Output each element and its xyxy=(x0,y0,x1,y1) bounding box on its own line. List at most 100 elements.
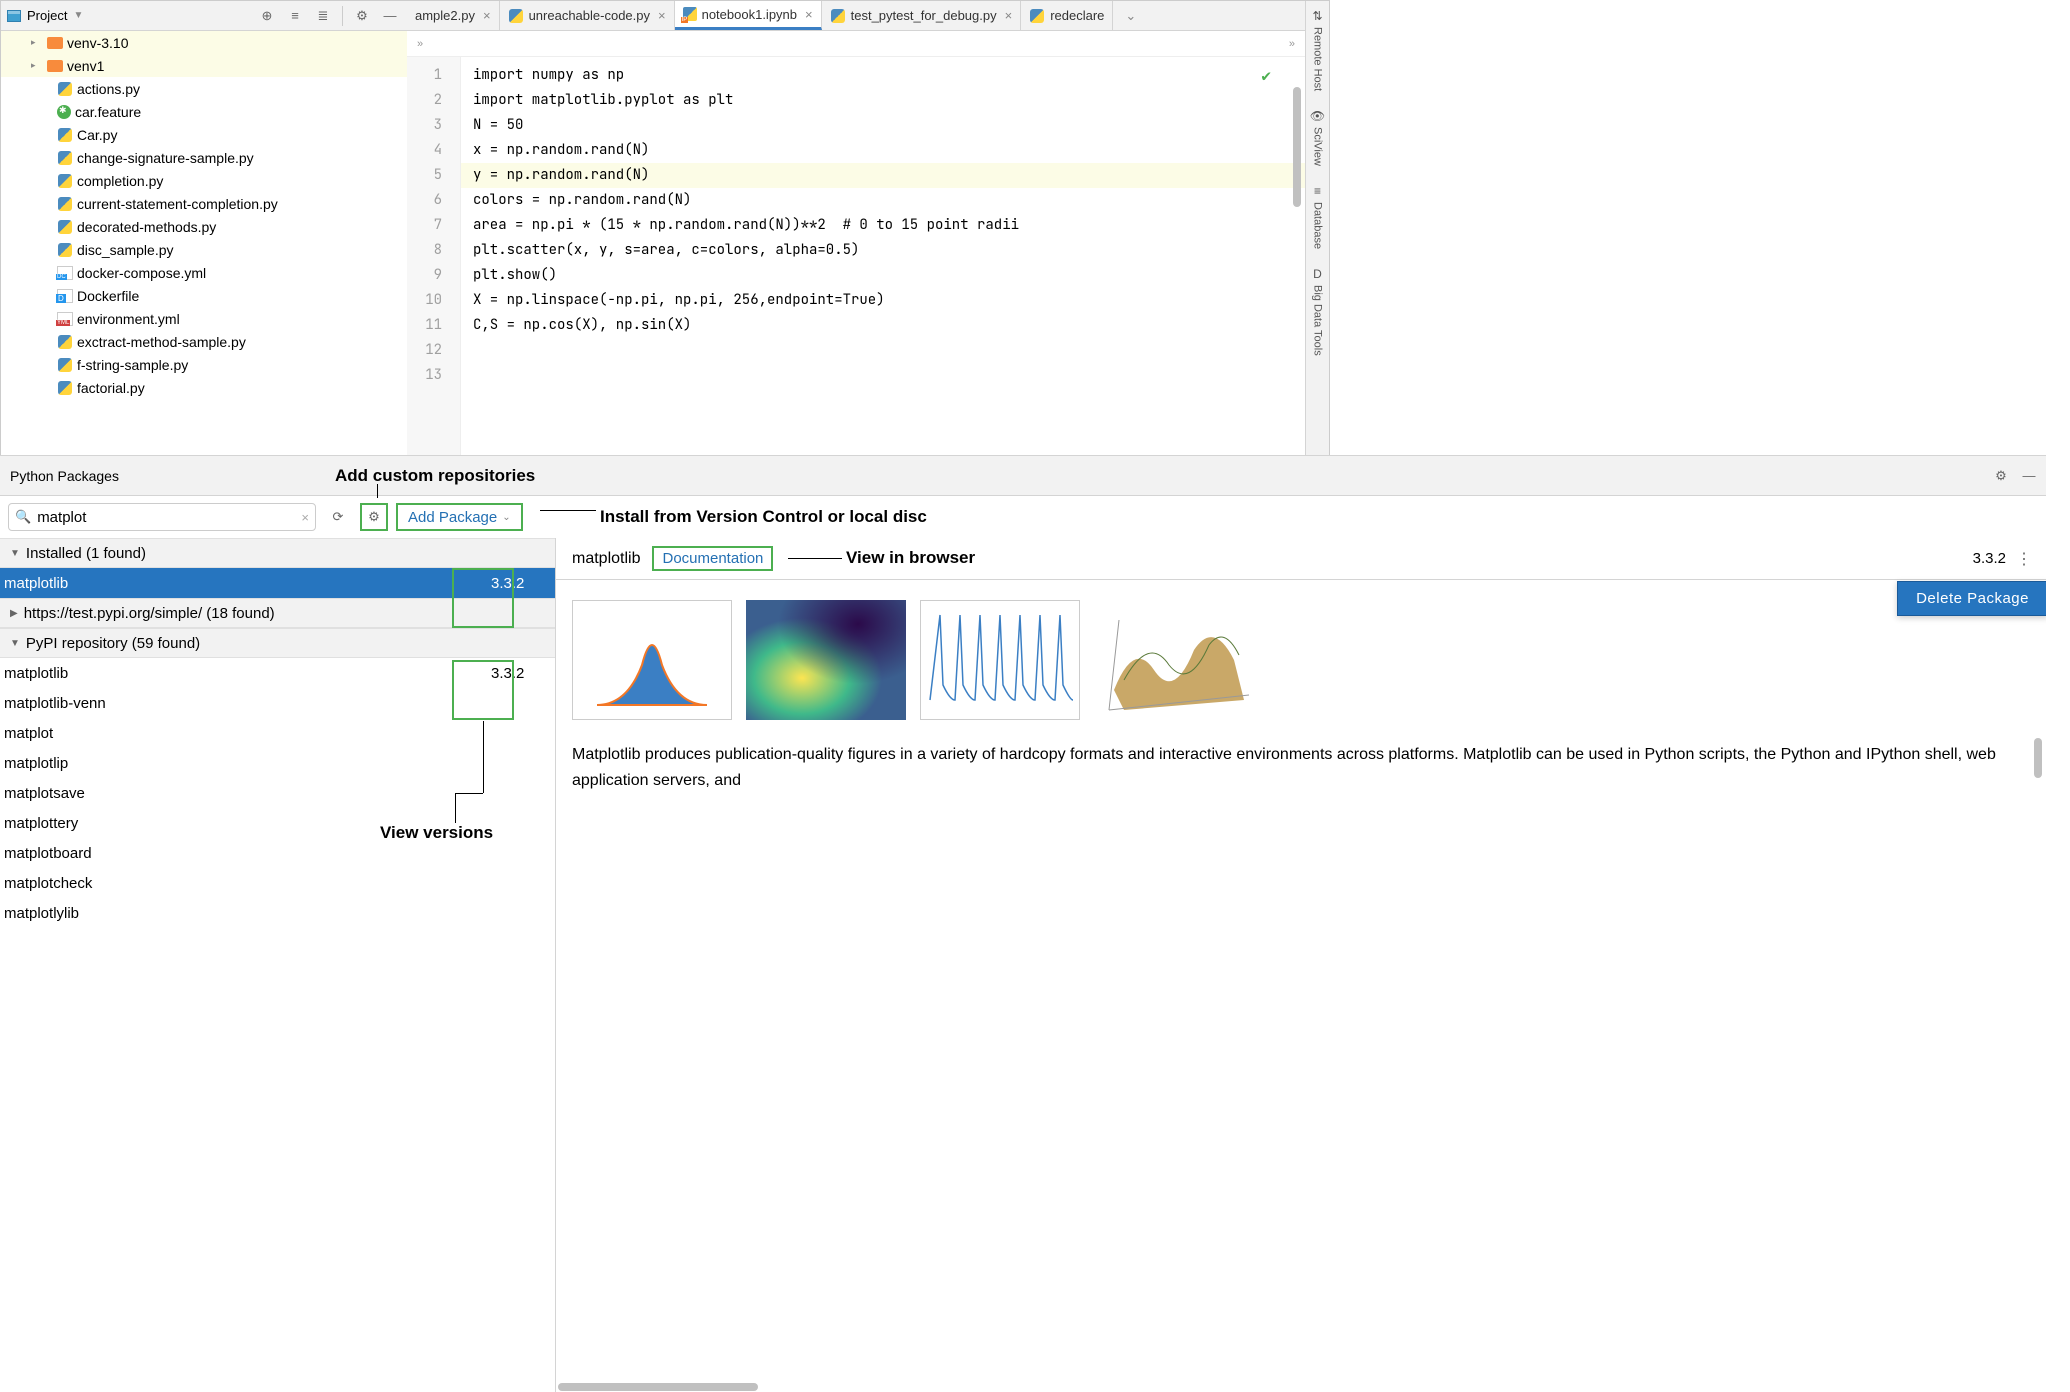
thumb-spikes xyxy=(920,600,1080,720)
tool-window-tab[interactable]: 👁SciView xyxy=(1310,109,1325,166)
package-search-input[interactable] xyxy=(37,509,295,526)
project-icon xyxy=(7,10,21,22)
python-file-icon xyxy=(830,8,846,24)
tool-window-tab[interactable]: ≡Database xyxy=(1312,184,1324,249)
package-row[interactable]: matplot xyxy=(0,718,555,748)
tree-folder[interactable]: ▸venv1 xyxy=(1,54,407,77)
annotation-browser: View in browser xyxy=(846,548,975,568)
package-name: matplotlib xyxy=(572,550,640,568)
annotation-versions: View versions xyxy=(380,823,493,843)
docker-icon xyxy=(57,289,73,303)
tree-file[interactable]: Car.py xyxy=(1,123,407,146)
breadcrumb-bar: » » xyxy=(407,31,1305,57)
editor-tabs: ample2.py×unreachable-code.py×notebook1.… xyxy=(407,1,1305,31)
editor-tab[interactable]: notebook1.ipynb× xyxy=(675,1,822,30)
package-detail-header: matplotlib Documentation View in browser… xyxy=(556,538,2046,580)
detail-scrollbar[interactable] xyxy=(2034,738,2042,778)
tree-file[interactable]: factorial.py xyxy=(1,376,407,399)
package-row[interactable]: matplotlib3.3.2 xyxy=(0,568,555,598)
close-tab-icon[interactable]: × xyxy=(655,8,666,23)
expand-all-icon[interactable]: ≡ xyxy=(284,5,306,27)
py-icon xyxy=(57,127,73,143)
thumb-heatmap xyxy=(746,600,906,720)
editor-scrollbar[interactable] xyxy=(1293,87,1301,207)
expand-arrow-icon: ▼ xyxy=(10,548,20,559)
tool-window-tab[interactable]: DBig Data Tools xyxy=(1312,267,1324,356)
package-detail: matplotlib Documentation View in browser… xyxy=(556,538,2046,1392)
package-section-header[interactable]: ▶https://test.pypi.org/simple/ (18 found… xyxy=(0,598,555,628)
py-icon xyxy=(57,196,73,212)
package-version: 3.3.2 xyxy=(1973,550,2006,567)
notebook-file-icon xyxy=(683,7,697,21)
tree-file[interactable]: environment.yml xyxy=(1,307,407,330)
tree-file[interactable]: decorated-methods.py xyxy=(1,215,407,238)
package-row[interactable]: matplotlib3.3.2 xyxy=(0,658,555,688)
annotation-repos: Add custom repositories xyxy=(335,466,535,486)
packages-settings-icon[interactable]: ⚙ xyxy=(1990,465,2012,487)
add-package-button[interactable]: Add Package ⌄ xyxy=(396,503,523,531)
package-list[interactable]: ▼Installed (1 found)matplotlib3.3.2▶http… xyxy=(0,538,556,1392)
tree-file[interactable]: disc_sample.py xyxy=(1,238,407,261)
tree-file[interactable]: docker-compose.yml xyxy=(1,261,407,284)
python-file-icon xyxy=(508,8,524,24)
breadcrumb-toggle[interactable]: » xyxy=(417,38,423,50)
close-tab-icon[interactable]: × xyxy=(1002,8,1013,23)
chevron-down-icon: ⌄ xyxy=(1121,8,1140,24)
collapse-all-icon[interactable]: ≣ xyxy=(312,5,334,27)
py-icon xyxy=(57,380,73,396)
close-tab-icon[interactable]: × xyxy=(480,8,491,23)
tree-file[interactable]: car.feature xyxy=(1,100,407,123)
tree-file[interactable]: Dockerfile xyxy=(1,284,407,307)
thumb-histogram xyxy=(572,600,732,720)
project-label[interactable]: Project xyxy=(27,8,67,23)
tree-file[interactable]: exctract-method-sample.py xyxy=(1,330,407,353)
expand-arrow-icon[interactable]: ▸ xyxy=(31,60,43,71)
tree-file[interactable]: change-signature-sample.py xyxy=(1,146,407,169)
close-tab-icon[interactable]: × xyxy=(802,7,813,22)
documentation-link[interactable]: Documentation xyxy=(652,546,773,571)
refresh-icon[interactable]: ⟳ xyxy=(324,503,352,531)
project-dropdown-icon[interactable]: ▼ xyxy=(73,10,83,21)
tree-file[interactable]: actions.py xyxy=(1,77,407,100)
tree-folder[interactable]: ▸venv-3.10 xyxy=(1,31,407,54)
python-packages-panel: Python Packages Add custom repositories … xyxy=(0,455,2046,1392)
expand-arrow-icon: ▶ xyxy=(10,608,18,619)
clear-search-icon[interactable]: × xyxy=(301,510,309,525)
delete-package-popup[interactable]: Delete Package xyxy=(1897,581,2046,616)
package-row[interactable]: matplotlib-venn xyxy=(0,688,555,718)
tool-icon: 👁 xyxy=(1310,109,1325,123)
detail-hscrollbar[interactable] xyxy=(558,1383,758,1391)
tree-file[interactable]: current-statement-completion.py xyxy=(1,192,407,215)
package-menu-icon[interactable]: ⋮ xyxy=(2016,549,2032,569)
package-row[interactable]: matplotlylib xyxy=(0,898,555,928)
chevron-down-icon: ⌄ xyxy=(502,512,510,523)
feat-icon xyxy=(57,105,71,119)
more-tabs[interactable]: ⌄ xyxy=(1113,1,1148,30)
editor-tab[interactable]: ample2.py× xyxy=(407,1,500,30)
py-icon xyxy=(57,242,73,258)
expand-arrow-icon[interactable]: ▸ xyxy=(31,37,43,48)
package-section-header[interactable]: ▼PyPI repository (59 found) xyxy=(0,628,555,658)
editor-tab[interactable]: unreachable-code.py× xyxy=(500,1,675,30)
package-row[interactable]: matplotlip xyxy=(0,748,555,778)
thumb-surface xyxy=(1094,600,1254,720)
packages-toolbar: 🔍 × ⟳ ⚙ Add Package ⌄ Install from Versi… xyxy=(0,496,2046,538)
editor-tab[interactable]: test_pytest_for_debug.py× xyxy=(822,1,1022,30)
py-icon xyxy=(57,81,73,97)
locate-icon[interactable]: ⊕ xyxy=(256,5,278,27)
tool-window-tab[interactable]: ⇅Remote Host xyxy=(1312,9,1324,91)
package-search-box[interactable]: 🔍 × xyxy=(8,503,316,531)
repo-settings-button[interactable]: ⚙ xyxy=(360,503,388,531)
package-row[interactable]: matplotcheck xyxy=(0,868,555,898)
package-section-header[interactable]: ▼Installed (1 found) xyxy=(0,538,555,568)
breadcrumb-toggle-right[interactable]: » xyxy=(1289,38,1295,50)
hide-icon[interactable]: — xyxy=(379,5,401,27)
expand-arrow-icon: ▼ xyxy=(10,638,20,649)
settings-icon[interactable]: ⚙ xyxy=(351,5,373,27)
tree-file[interactable]: f-string-sample.py xyxy=(1,353,407,376)
packages-hide-icon[interactable]: — xyxy=(2018,465,2040,487)
annotation-install: Install from Version Control or local di… xyxy=(600,507,927,527)
py-icon xyxy=(57,357,73,373)
tree-file[interactable]: completion.py xyxy=(1,169,407,192)
editor-tab[interactable]: redeclare xyxy=(1021,1,1113,30)
